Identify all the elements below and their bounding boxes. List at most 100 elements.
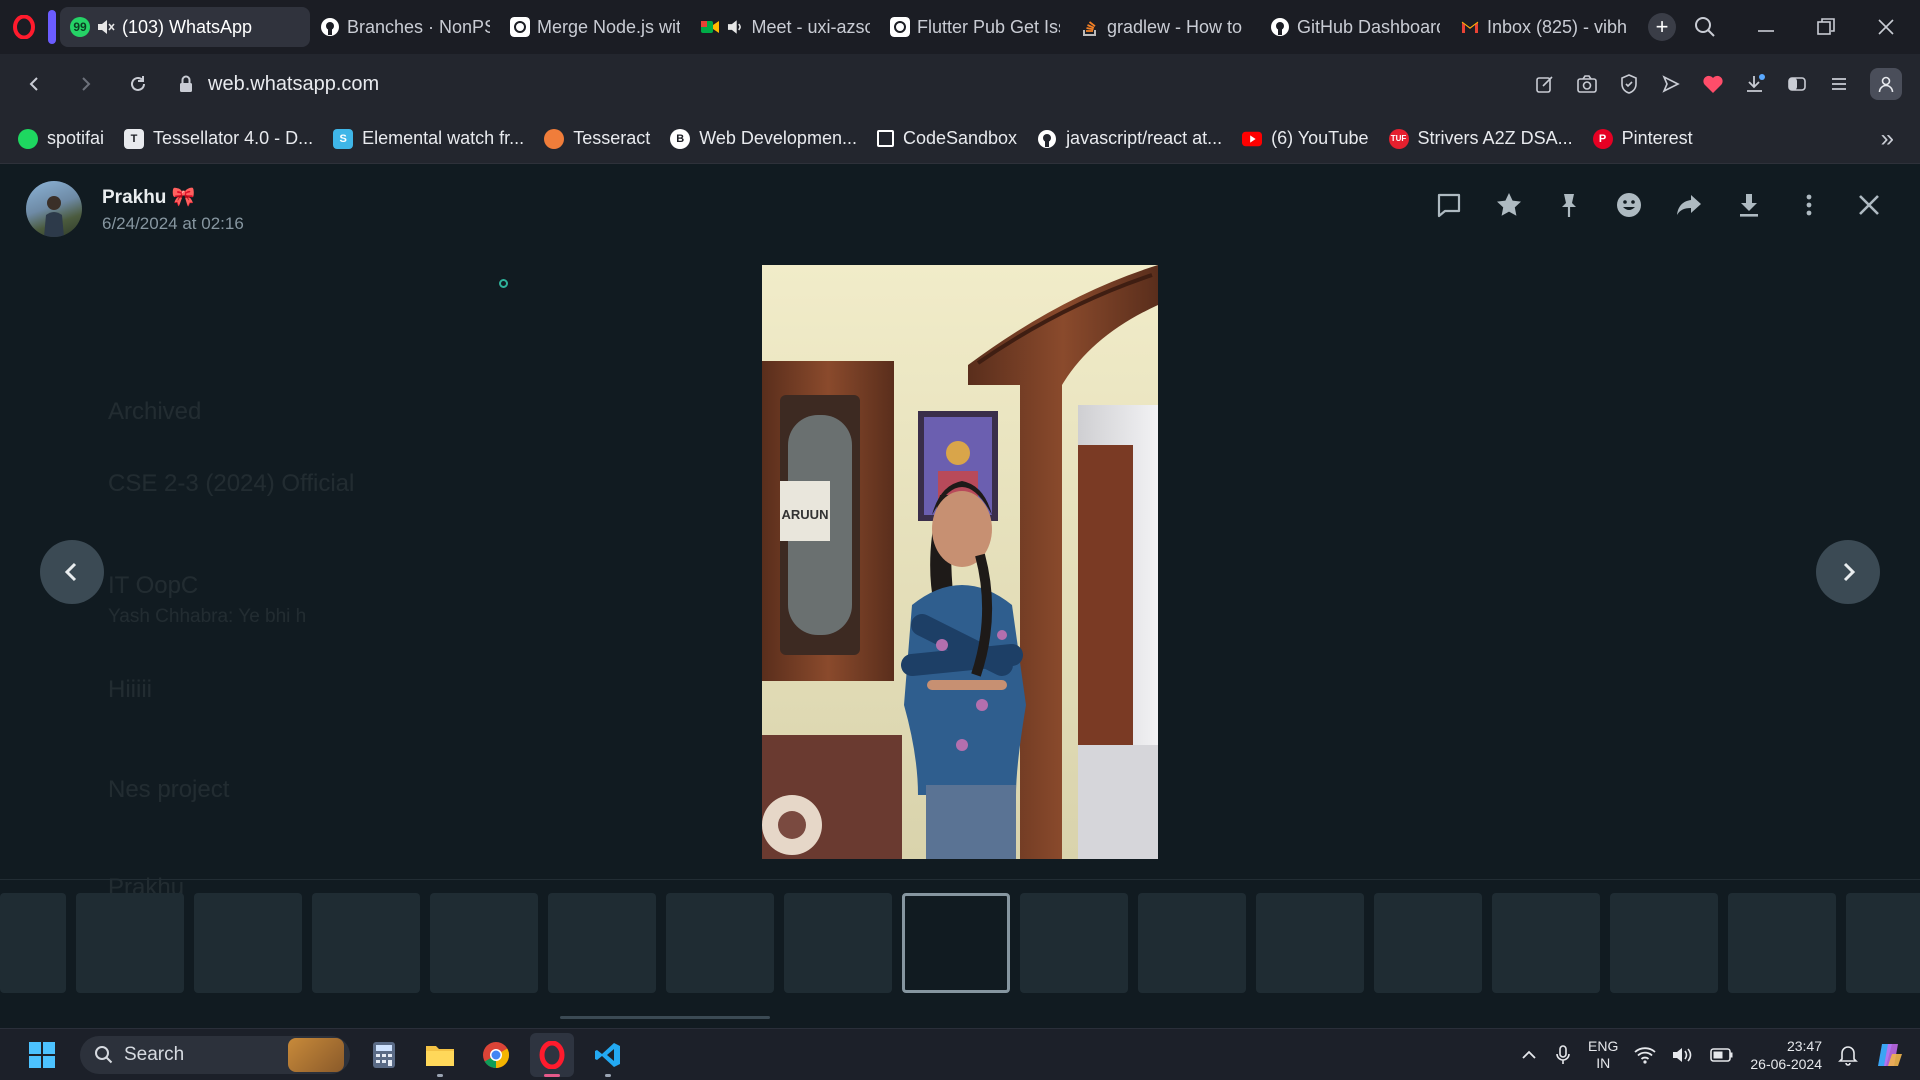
media-thumbnail[interactable]: [0, 893, 66, 993]
shield-icon[interactable]: [1618, 73, 1640, 95]
bookmark-youtube[interactable]: (6) YouTube: [1242, 128, 1369, 149]
star-button[interactable]: [1494, 190, 1524, 220]
language-indicator[interactable]: ENG IN: [1588, 1038, 1618, 1072]
bookmark-label: Web Developmen...: [699, 128, 857, 148]
media-thumbnail[interactable]: [430, 893, 538, 993]
forward-button[interactable]: [68, 66, 104, 102]
media-thumbnail[interactable]: [1610, 893, 1718, 993]
chevron-up-icon[interactable]: [1520, 1046, 1538, 1064]
thumbnail-scrollbar[interactable]: [560, 1016, 770, 1019]
taskbar-search[interactable]: Search: [80, 1035, 350, 1074]
heart-icon[interactable]: [1702, 73, 1724, 95]
start-button[interactable]: [22, 1035, 62, 1075]
bookmark-pinterest[interactable]: P Pinterest: [1592, 128, 1693, 149]
media-thumbnail[interactable]: [1374, 893, 1482, 993]
bookmark-spotifai[interactable]: spotifai: [18, 128, 104, 149]
tab-chatgpt-flutter[interactable]: Flutter Pub Get Iss: [880, 7, 1070, 47]
clock[interactable]: 23:47 26-06-2024: [1750, 1037, 1822, 1073]
media-thumbnail[interactable]: [1846, 893, 1920, 993]
media-thumbnail[interactable]: [784, 893, 892, 993]
tab-github-dashboard[interactable]: GitHub Dashboard: [1260, 7, 1450, 47]
bookmarks-overflow-icon[interactable]: »: [1881, 125, 1920, 153]
tab-whatsapp[interactable]: 99 (103) WhatsApp: [60, 7, 310, 47]
forward-button[interactable]: [1674, 190, 1704, 220]
minimize-icon[interactable]: [1756, 17, 1776, 37]
close-window-icon[interactable]: [1876, 17, 1896, 37]
next-media-button[interactable]: [1816, 540, 1880, 604]
bookmark-tessellator[interactable]: T Tessellator 4.0 - D...: [124, 128, 313, 149]
media-thumbnail[interactable]: [1020, 893, 1128, 993]
avatar[interactable]: [26, 181, 82, 237]
tab-google-meet[interactable]: Meet - uxi-azsc: [690, 7, 880, 47]
reply-button[interactable]: [1434, 190, 1464, 220]
camera-icon[interactable]: [1576, 73, 1598, 95]
media-thumbnail[interactable]: [312, 893, 420, 993]
tab-chatgpt-merge[interactable]: Merge Node.js wit: [500, 7, 690, 47]
pin-button[interactable]: [1554, 190, 1584, 220]
bookmark-tesseract[interactable]: Tesseract: [544, 128, 650, 149]
address-bar: web.whatsapp.com: [0, 54, 1920, 114]
tab-stackoverflow-gradlew[interactable]: gradlew - How to: [1070, 7, 1260, 47]
thumbnail-image: [1616, 899, 1712, 987]
media-thumbnail[interactable]: [1728, 893, 1836, 993]
media-thumbnail[interactable]: [76, 893, 184, 993]
ghost-archived: Archived: [108, 398, 202, 425]
thumbnail-image: [200, 899, 296, 987]
bookmark-elemental[interactable]: S Elemental watch fr...: [333, 128, 524, 149]
url-field[interactable]: web.whatsapp.com: [178, 73, 379, 96]
media-thumbnail[interactable]: [1256, 893, 1364, 993]
media-thumbnail[interactable]: [666, 893, 774, 993]
easy-setup-icon[interactable]: [1828, 73, 1850, 95]
thumbnail-image: [6, 899, 60, 987]
volume-icon[interactable]: [1672, 1046, 1694, 1064]
download-button[interactable]: [1734, 190, 1764, 220]
download-icon[interactable]: [1744, 73, 1766, 95]
meet-icon: [701, 21, 719, 33]
notification-bell-icon[interactable]: [1838, 1044, 1858, 1066]
back-button[interactable]: [16, 66, 52, 102]
reload-button[interactable]: [120, 66, 156, 102]
opera-app[interactable]: [530, 1032, 574, 1077]
muted-speaker-icon[interactable]: [97, 19, 115, 35]
opera-menu-button[interactable]: [0, 0, 48, 54]
restore-icon[interactable]: [1816, 17, 1836, 37]
copilot-icon[interactable]: [1874, 1040, 1904, 1070]
wifi-icon[interactable]: [1634, 1046, 1656, 1064]
vscode-app[interactable]: [586, 1033, 630, 1077]
profile-button[interactable]: [1870, 68, 1902, 100]
previous-media-button[interactable]: [40, 540, 104, 604]
new-tab-button[interactable]: +: [1648, 13, 1676, 41]
lock-icon[interactable]: [178, 75, 194, 93]
battery-icon[interactable]: [1710, 1047, 1734, 1063]
media-thumbnail[interactable]: [1138, 893, 1246, 993]
react-button[interactable]: [1614, 190, 1644, 220]
file-explorer-app[interactable]: [418, 1033, 462, 1077]
workspace-indicator[interactable]: [48, 10, 56, 44]
bookmark-strivers[interactable]: TUF Strivers A2Z DSA...: [1388, 128, 1573, 149]
send-icon[interactable]: [1660, 73, 1682, 95]
split-view-icon[interactable]: [1786, 73, 1808, 95]
bookmark-codesandbox[interactable]: CodeSandbox: [876, 128, 1017, 149]
media-photo[interactable]: ARUUN: [762, 265, 1158, 859]
devfolio-icon: T: [124, 128, 145, 149]
calculator-app[interactable]: [362, 1033, 406, 1077]
edit-icon[interactable]: [1534, 73, 1556, 95]
tab-github-branches[interactable]: Branches · NonPST: [310, 7, 500, 47]
more-options-button[interactable]: [1794, 190, 1824, 220]
bookmark-javascript-react[interactable]: javascript/react at...: [1037, 128, 1222, 149]
media-thumbnail[interactable]: [548, 893, 656, 993]
chrome-app[interactable]: [474, 1033, 518, 1077]
media-thumbnail[interactable]: [194, 893, 302, 993]
thumbnail-image: [554, 899, 650, 987]
close-viewer-button[interactable]: [1854, 190, 1884, 220]
audio-playing-icon[interactable]: [727, 19, 744, 35]
github-icon: [321, 18, 339, 36]
codesandbox-icon: [876, 130, 894, 147]
calculator-icon: [373, 1041, 395, 1068]
media-thumbnail[interactable]: [1492, 893, 1600, 993]
search-tabs-icon[interactable]: [1694, 16, 1716, 38]
tab-gmail-inbox[interactable]: Inbox (825) - vibh: [1450, 7, 1640, 47]
bookmark-web-development[interactable]: B Web Developmen...: [670, 128, 857, 149]
media-thumbnail-selected[interactable]: [902, 893, 1010, 993]
microphone-icon[interactable]: [1554, 1044, 1572, 1065]
